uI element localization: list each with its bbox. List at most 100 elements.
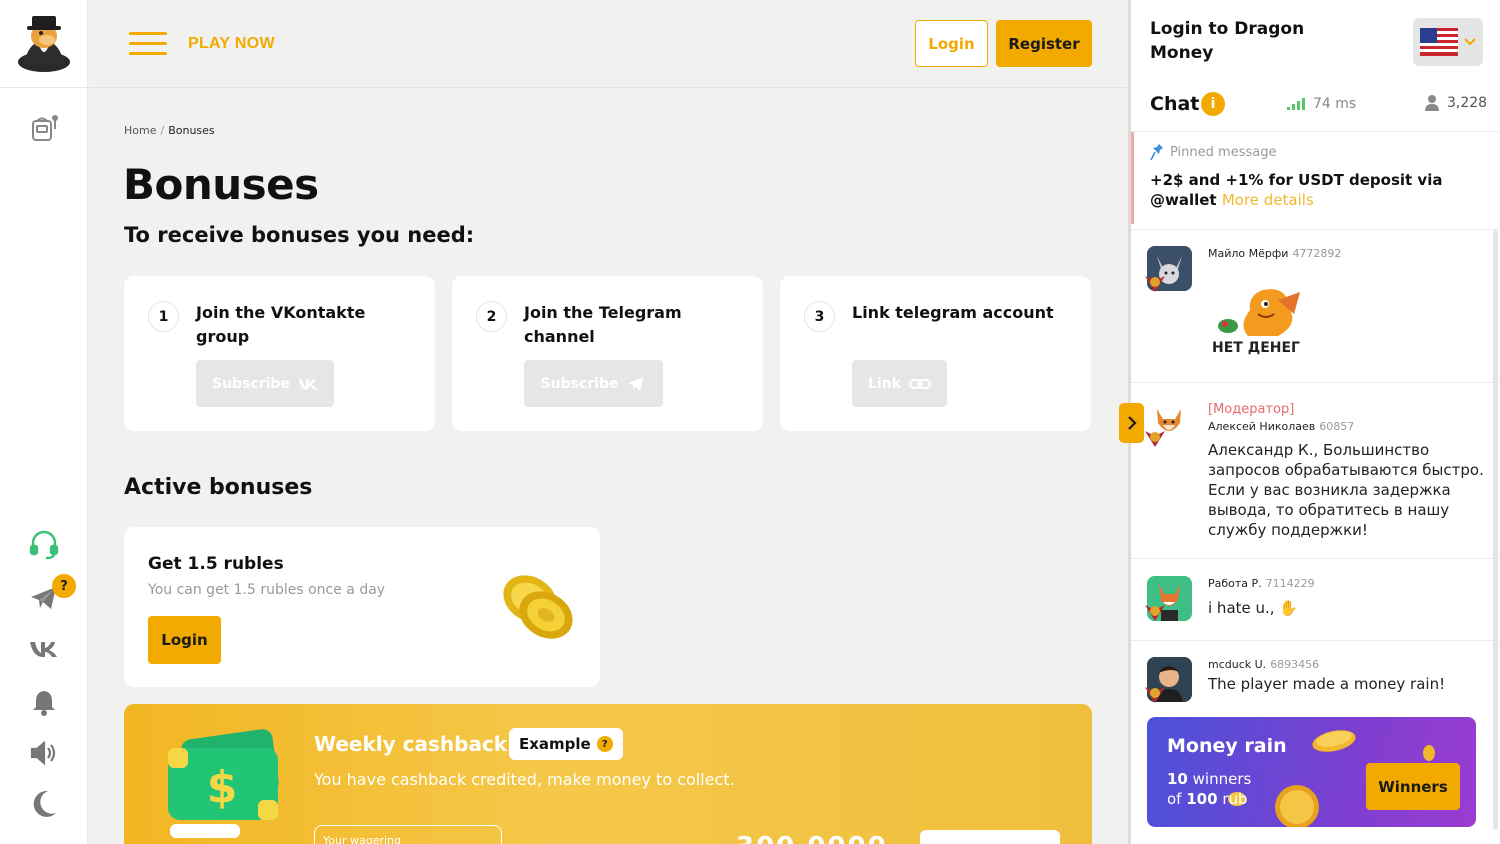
ping-indicator: 74 ms	[1287, 96, 1356, 112]
page-title: Bonuses	[123, 160, 319, 209]
online-value: 3,228	[1447, 95, 1488, 111]
money-rain-card: Money rain 10 winners of 100 rub Winners	[1147, 717, 1476, 827]
hand-emoji-icon: ✋	[1279, 599, 1299, 617]
pinned-text: +2$ and +1% for USDT deposit via @wallet…	[1150, 170, 1450, 210]
message-author[interactable]: mcduck U. 6893456	[1208, 658, 1319, 671]
step-number: 3	[804, 301, 835, 332]
step-card-vk: 1 Join the VKontakte group Subscribe	[124, 276, 435, 431]
weekly-cashback-banner: $ Weekly cashback Example ? You have cas…	[124, 704, 1092, 844]
online-count: 3,228	[1425, 95, 1487, 111]
menu-hamburger-icon[interactable]	[129, 32, 167, 56]
bonus-title: Get 1.5 rubles	[148, 554, 284, 574]
rank-badge-icon	[1143, 601, 1167, 623]
daily-bonus-card: Get 1.5 rubles You can get 1.5 rubles on…	[124, 527, 600, 687]
subscribe-label: Subscribe	[212, 375, 290, 392]
collapse-chat-button[interactable]	[1119, 403, 1144, 443]
step-number: 1	[148, 301, 179, 332]
message-text: The player made a money rain!	[1208, 675, 1446, 693]
header-login-button[interactable]: Login	[915, 20, 988, 67]
svg-text:$: $	[207, 762, 238, 813]
money-rain-amount: of 100 rub	[1167, 790, 1248, 808]
winners-button[interactable]: Winners	[1366, 763, 1460, 810]
rain-currency: rub	[1222, 790, 1248, 808]
telegram-icon	[628, 376, 644, 391]
message-author[interactable]: Работа Р. 7114229	[1208, 577, 1315, 590]
chevron-right-icon	[1127, 416, 1137, 430]
gold-coins-icon	[496, 571, 580, 643]
pin-icon	[1150, 144, 1163, 161]
author-name: Работа Р.	[1208, 577, 1262, 590]
subscribe-telegram-button[interactable]: Subscribe	[524, 360, 663, 407]
sidebar-divider	[0, 87, 88, 88]
cashback-example-button[interactable]: Example ?	[509, 728, 623, 760]
rank-badge-icon	[1143, 272, 1167, 294]
author-name: Алексей Николаев	[1208, 420, 1316, 433]
pinned-label: Pinned message	[1170, 144, 1277, 160]
left-sidebar: ?	[0, 0, 88, 844]
sticker-caption: НЕТ ДЕНЕГ	[1212, 340, 1300, 356]
rank-badge-icon	[1143, 427, 1167, 449]
breadcrumb-separator: /	[160, 124, 165, 137]
more-details-link[interactable]: More details	[1222, 191, 1314, 209]
us-flag-icon	[1420, 28, 1458, 56]
bonus-description: You can get 1.5 rubles once a day	[148, 582, 386, 598]
moderator-tag: [Модератор]	[1208, 402, 1295, 417]
message-author[interactable]: Майло Мёрфи 4772892	[1208, 247, 1341, 260]
cashback-amount: 300 0000	[736, 832, 888, 844]
play-now-link[interactable]: PLAY NOW	[188, 35, 275, 53]
cashback-description: You have cashback credited, make money t…	[314, 770, 735, 789]
user-icon	[1425, 95, 1439, 111]
message-text: i hate u., ✋	[1208, 598, 1486, 618]
vk-icon	[298, 378, 317, 389]
cashback-collect-button[interactable]	[920, 830, 1060, 844]
support-icon[interactable]	[26, 526, 62, 562]
message-body: i hate u.,	[1208, 599, 1275, 617]
breadcrumb-current: Bonuses	[168, 124, 215, 137]
ping-value: 74 ms	[1313, 96, 1357, 112]
example-label: Example	[519, 735, 591, 753]
breadcrumb-home[interactable]: Home	[124, 124, 156, 137]
bell-icon[interactable]	[26, 684, 62, 720]
bonus-login-button[interactable]: Login	[148, 616, 221, 664]
chevron-down-icon	[1464, 38, 1476, 46]
wagering-label: Your wagering	[323, 834, 401, 844]
pinned-message: Pinned message +2$ and +1% for USDT depo…	[1131, 132, 1500, 224]
dragon-money-logo[interactable]	[14, 12, 74, 74]
chat-message: [Модератор] Алексей Николаев 60857 Алекса…	[1131, 383, 1500, 558]
step-text: Link telegram account	[852, 303, 1054, 322]
chat-info-icon[interactable]: i	[1201, 92, 1225, 116]
slot-machine-icon[interactable]	[26, 110, 62, 146]
subscribe-vk-button[interactable]: Subscribe	[196, 360, 334, 407]
author-id: 7114229	[1265, 577, 1315, 590]
author-id: 6893456	[1270, 658, 1320, 671]
cashback-title: Weekly cashback	[314, 732, 508, 756]
link-label: Link	[868, 375, 901, 392]
author-id: 60857	[1319, 420, 1355, 433]
author-name: Майло Мёрфи	[1208, 247, 1289, 260]
link-icon	[909, 378, 931, 389]
link-account-button[interactable]: Link	[852, 360, 947, 407]
step-text: Join the VKontakte group	[196, 303, 366, 346]
author-id: 4772892	[1292, 247, 1342, 260]
page-subtitle: To receive bonuses you need:	[124, 223, 475, 247]
subscribe-label: Subscribe	[540, 375, 619, 392]
message-author[interactable]: Алексей Николаев 60857	[1208, 420, 1354, 433]
vk-sidebar-icon[interactable]	[26, 631, 62, 667]
login-to-dragon-money-title[interactable]: Login to Dragon Money	[1150, 17, 1310, 65]
rain-amount: 100	[1186, 790, 1218, 808]
author-name: mcduck U.	[1208, 658, 1267, 671]
header-register-button[interactable]: Register	[996, 20, 1092, 67]
winners-word: winners	[1192, 770, 1252, 788]
step-card-link-telegram: 3 Link telegram account Link	[780, 276, 1091, 431]
money-rain-winners: 10 winners	[1167, 770, 1251, 788]
wagering-field: Your wagering	[314, 825, 502, 844]
language-selector[interactable]	[1413, 18, 1483, 66]
step-number: 2	[476, 301, 507, 332]
chat-message: Майло Мёрфи 4772892 НЕТ ДЕНЕГ	[1131, 230, 1500, 380]
dragon-sticker: НЕТ ДЕНЕГ	[1208, 270, 1308, 360]
signal-icon	[1287, 98, 1305, 110]
sound-icon[interactable]	[26, 735, 62, 771]
chat-scrollbar[interactable]	[1493, 230, 1498, 830]
dark-mode-moon-icon[interactable]	[26, 786, 62, 822]
step-text: Join the Telegram channel	[524, 303, 682, 346]
